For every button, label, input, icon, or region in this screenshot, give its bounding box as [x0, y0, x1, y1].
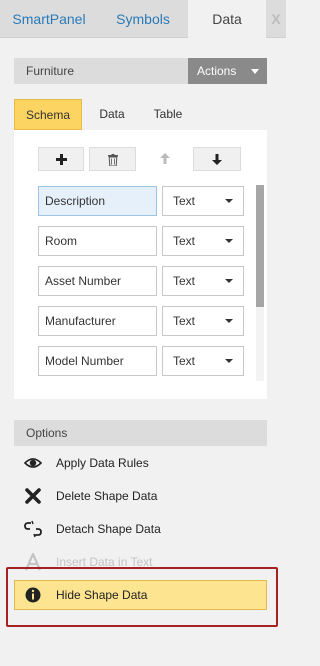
plus-icon: [55, 154, 67, 166]
actions-dropdown-button[interactable]: Actions: [188, 58, 267, 84]
delete-field-button[interactable]: [89, 147, 136, 171]
trash-icon: [107, 153, 118, 166]
subtab-schema[interactable]: Schema: [14, 99, 82, 130]
tab-smartpanel[interactable]: SmartPanel: [0, 0, 98, 38]
panel-tab-bar: SmartPanel Symbols Data X: [0, 0, 286, 39]
option-label: Delete Shape Data: [56, 489, 158, 503]
apply-data-rules-option[interactable]: Apply Data Rules: [14, 448, 267, 478]
field-type-value: Text: [173, 314, 196, 328]
eye-icon: [24, 458, 42, 468]
option-label: Detach Shape Data: [56, 522, 161, 536]
move-up-button[interactable]: [141, 147, 188, 171]
field-name-input[interactable]: Description: [38, 186, 157, 216]
chevron-down-icon: [225, 279, 233, 283]
field-name-input[interactable]: Room: [38, 226, 157, 256]
field-type-value: Text: [173, 354, 196, 368]
chevron-down-icon: [225, 239, 233, 243]
field-name-input[interactable]: Model Number: [38, 346, 157, 376]
field-type-select[interactable]: Text: [162, 226, 244, 256]
schema-panel: Description Text Room Text Asset Number …: [14, 130, 267, 399]
field-type-value: Text: [173, 274, 196, 288]
furniture-header: Furniture Actions: [14, 58, 267, 84]
close-icon[interactable]: X: [266, 0, 286, 38]
field-name-input[interactable]: Asset Number: [38, 266, 157, 296]
actions-label: Actions: [197, 64, 237, 78]
chevron-down-icon: [251, 69, 259, 74]
chevron-down-icon: [225, 199, 233, 203]
field-row: Asset Number Text: [38, 266, 244, 296]
add-field-button[interactable]: [38, 147, 84, 171]
arrow-up-icon: [159, 153, 170, 165]
field-type-select[interactable]: Text: [162, 346, 244, 376]
move-down-button[interactable]: [193, 147, 241, 171]
options-header: Options: [14, 420, 267, 446]
broken-link-icon: [24, 520, 42, 538]
field-type-value: Text: [173, 194, 196, 208]
fields-scrollbar[interactable]: [256, 185, 264, 381]
option-label: Apply Data Rules: [56, 456, 149, 470]
tab-symbols[interactable]: Symbols: [98, 0, 188, 38]
subtab-table[interactable]: Table: [142, 99, 194, 130]
chevron-down-icon: [225, 359, 233, 363]
detach-shape-data-option[interactable]: Detach Shape Data: [14, 514, 267, 544]
arrow-down-icon: [212, 154, 222, 166]
field-name-input[interactable]: Manufacturer: [38, 306, 157, 336]
scrollbar-thumb[interactable]: [256, 185, 264, 307]
delete-shape-data-option[interactable]: Delete Shape Data: [14, 481, 267, 511]
tab-data[interactable]: Data: [188, 0, 266, 39]
field-row: Room Text: [38, 226, 244, 256]
chevron-down-icon: [225, 319, 233, 323]
field-type-select[interactable]: Text: [162, 186, 244, 216]
x-icon: [25, 488, 41, 504]
field-type-select[interactable]: Text: [162, 266, 244, 296]
field-row: Manufacturer Text: [38, 306, 244, 336]
field-type-value: Text: [173, 234, 196, 248]
subtab-data[interactable]: Data: [88, 99, 136, 130]
field-type-select[interactable]: Text: [162, 306, 244, 336]
highlight-outline: [6, 567, 278, 627]
furniture-title: Furniture: [26, 64, 75, 78]
field-row: Description Text: [38, 186, 244, 216]
options-title: Options: [26, 426, 68, 440]
field-row: Model Number Text: [38, 346, 244, 376]
